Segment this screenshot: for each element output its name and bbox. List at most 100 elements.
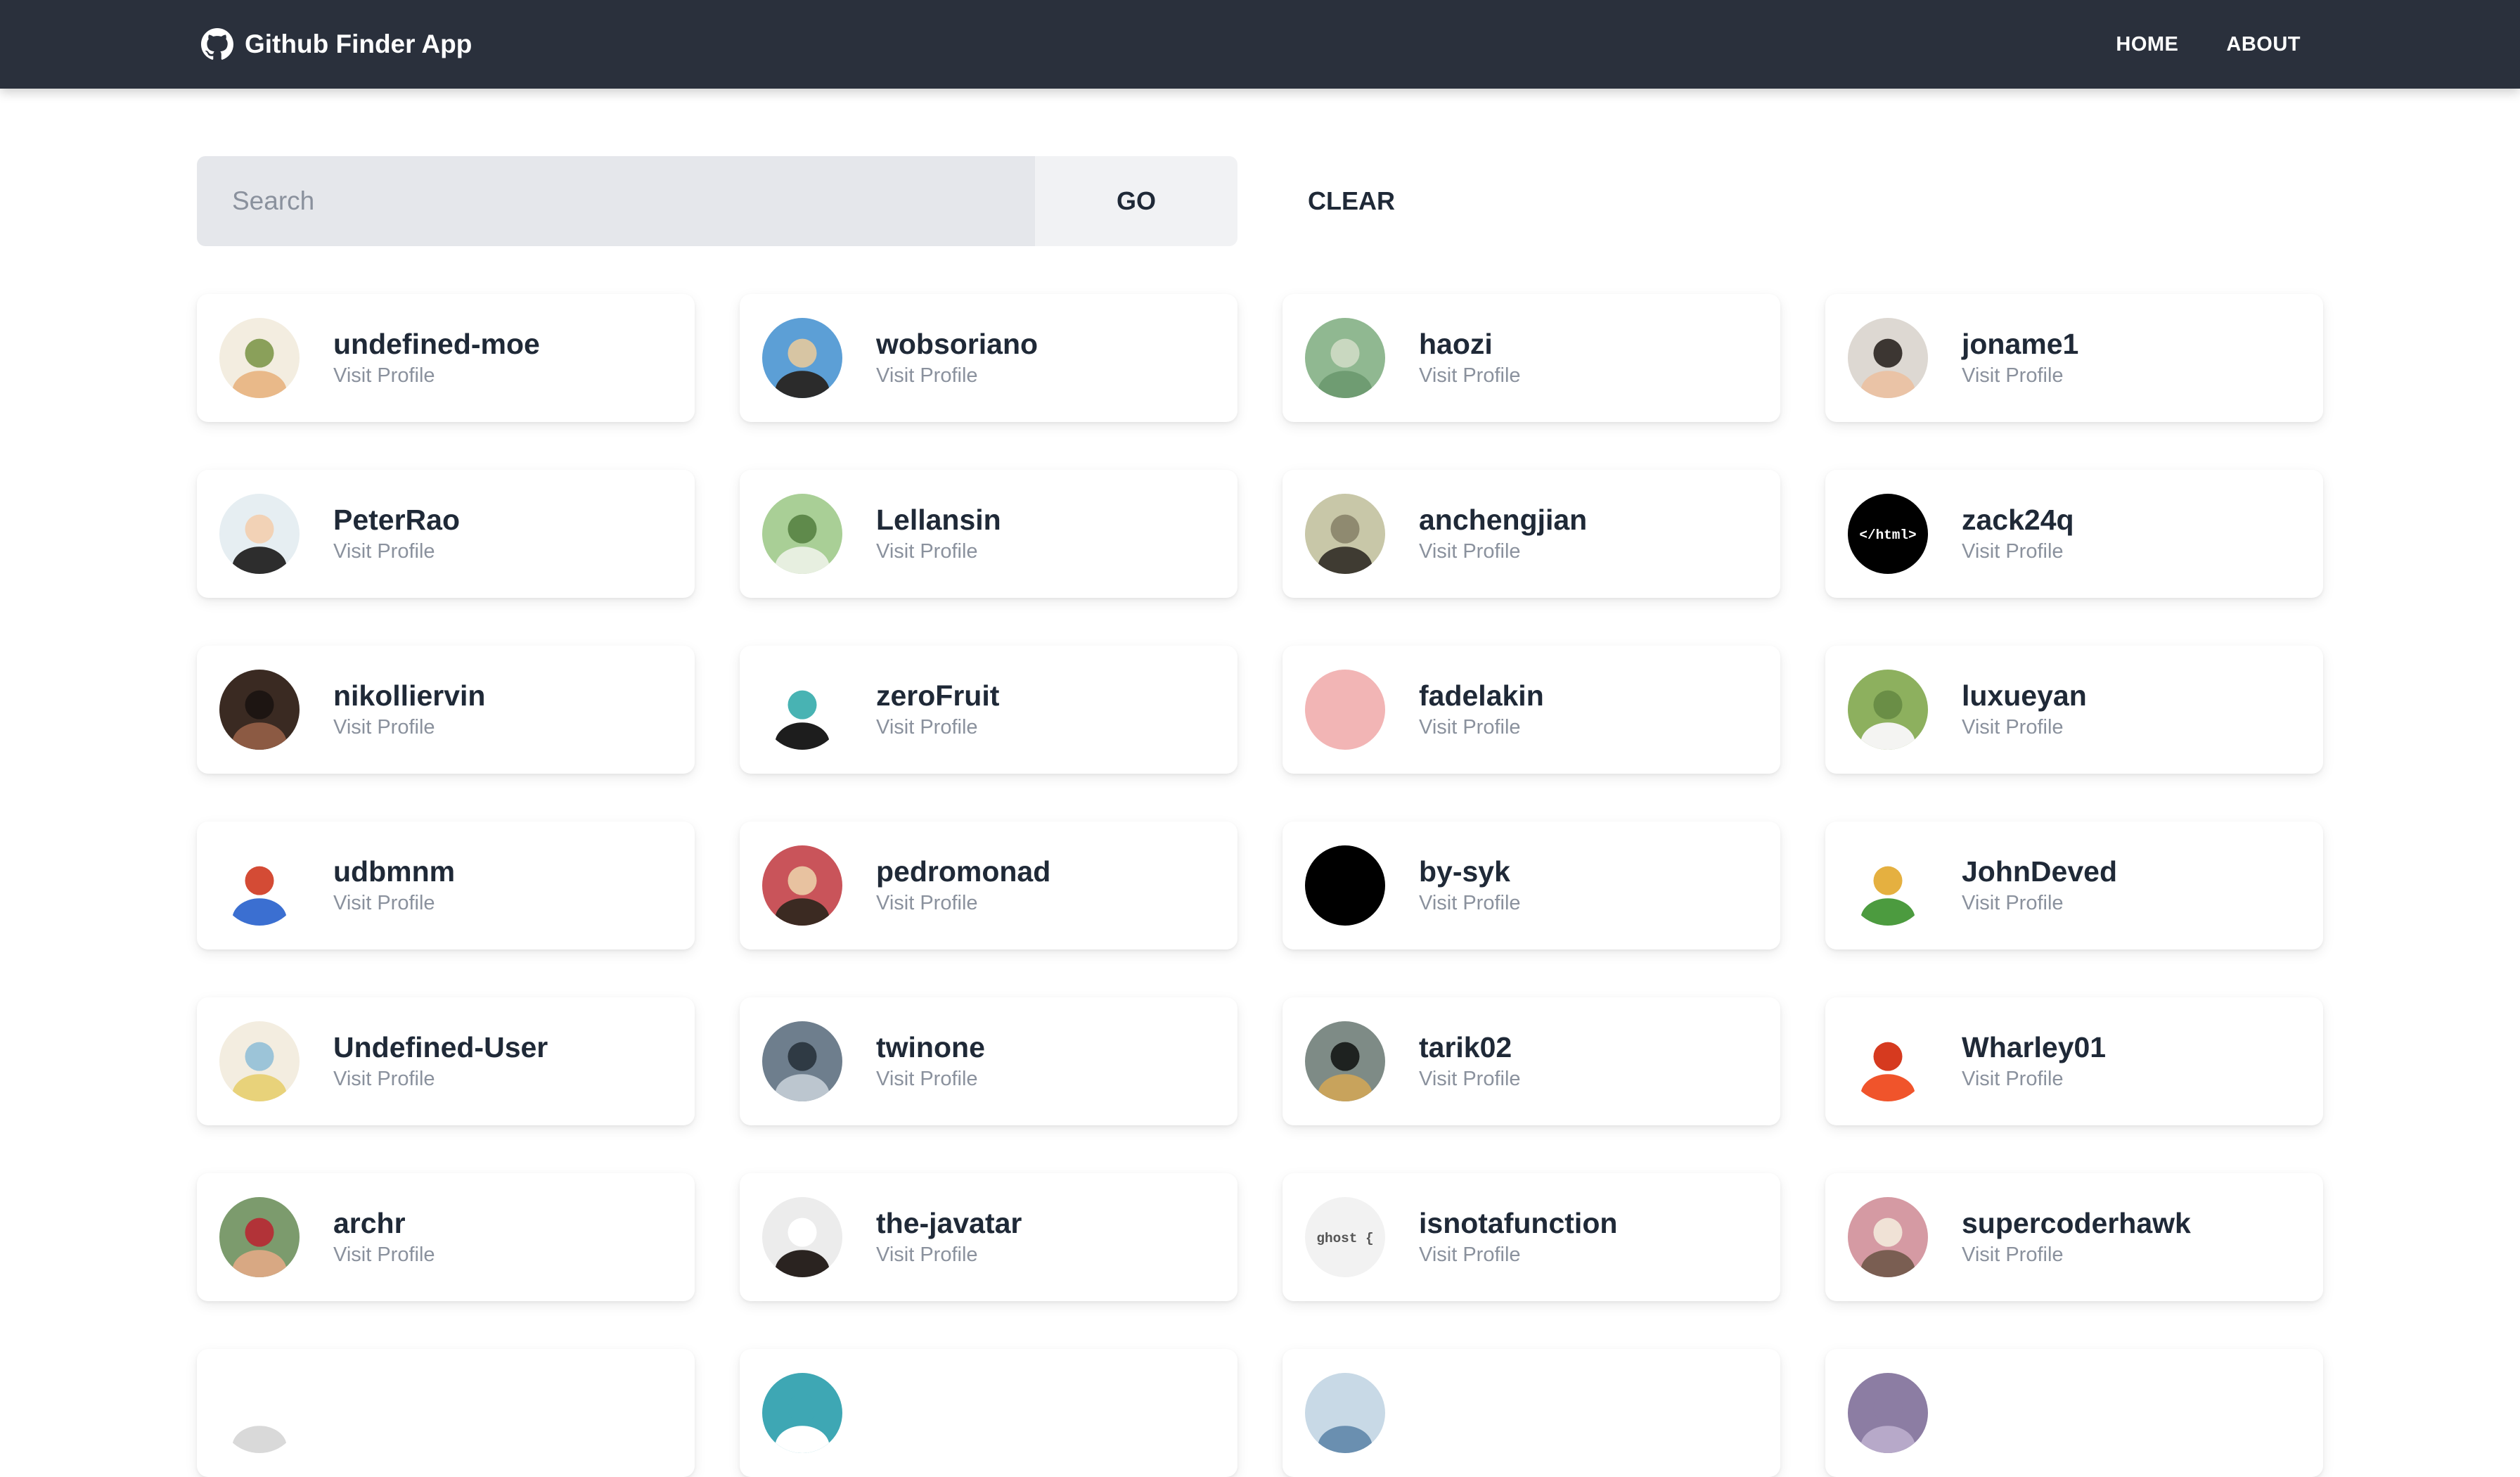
user-card[interactable]: twinone Visit Profile (740, 997, 1238, 1125)
visit-profile-link[interactable]: Visit Profile (1962, 1067, 2106, 1092)
user-avatar (219, 670, 300, 750)
user-card[interactable] (1825, 1349, 2323, 1477)
user-card[interactable]: fadelakin Visit Profile (1282, 646, 1780, 774)
user-card[interactable]: by-syk Visit Profile (1282, 821, 1780, 950)
user-avatar (1305, 494, 1385, 574)
visit-profile-link[interactable]: Visit Profile (1962, 1243, 2191, 1267)
clear-button[interactable]: CLEAR (1275, 156, 1427, 246)
visit-profile-link[interactable]: Visit Profile (333, 539, 460, 564)
user-login: luxueyan (1962, 679, 2087, 712)
user-info: haozi Visit Profile (1419, 328, 1521, 388)
user-card[interactable]: wobsoriano Visit Profile (740, 294, 1238, 422)
user-info: tarik02 Visit Profile (1419, 1031, 1521, 1092)
nav-about-link[interactable]: ABOUT (2226, 33, 2301, 56)
user-card[interactable]: JohnDeved Visit Profile (1825, 821, 2323, 950)
user-card[interactable]: pedromonad Visit Profile (740, 821, 1238, 950)
user-info: twinone Visit Profile (876, 1031, 985, 1092)
user-avatar (219, 1197, 300, 1277)
user-card[interactable]: supercoderhawk Visit Profile (1825, 1173, 2323, 1301)
visit-profile-link[interactable]: Visit Profile (1962, 364, 2078, 388)
brand-link[interactable]: Github Finder App (201, 27, 472, 62)
user-card[interactable] (740, 1349, 1238, 1477)
visit-profile-link[interactable]: Visit Profile (876, 715, 999, 740)
user-avatar (1848, 1373, 1928, 1453)
visit-profile-link[interactable]: Visit Profile (876, 891, 1050, 916)
user-avatar (762, 494, 842, 574)
go-button[interactable]: GO (1035, 156, 1238, 246)
user-avatar (1305, 670, 1385, 750)
user-login: zack24q (1962, 504, 2074, 537)
user-login: Undefined-User (333, 1031, 548, 1064)
user-card[interactable]: udbmnm Visit Profile (197, 821, 695, 950)
user-card[interactable]: the-javatar Visit Profile (740, 1173, 1238, 1301)
user-info: the-javatar Visit Profile (876, 1207, 1022, 1267)
visit-profile-link[interactable]: Visit Profile (1419, 891, 1521, 916)
user-card[interactable]: Undefined-User Visit Profile (197, 997, 695, 1125)
user-login: fadelakin (1419, 679, 1544, 712)
user-info: fadelakin Visit Profile (1419, 679, 1544, 740)
user-login: pedromonad (876, 855, 1051, 888)
user-login: isnotafunction (1419, 1207, 1618, 1240)
user-avatar (219, 318, 300, 398)
visit-profile-link[interactable]: Visit Profile (876, 364, 1038, 388)
visit-profile-link[interactable]: Visit Profile (1419, 1067, 1521, 1092)
user-info: PeterRao Visit Profile (333, 504, 460, 564)
visit-profile-link[interactable]: Visit Profile (876, 1067, 985, 1092)
user-card[interactable]: zeroFruit Visit Profile (740, 646, 1238, 774)
visit-profile-link[interactable]: Visit Profile (1419, 539, 1587, 564)
visit-profile-link[interactable]: Visit Profile (1962, 715, 2087, 740)
user-card[interactable] (197, 1349, 695, 1477)
user-info: undefined-moe Visit Profile (333, 328, 540, 388)
user-card[interactable] (1282, 1349, 1780, 1477)
visit-profile-link[interactable]: Visit Profile (1962, 539, 2074, 564)
user-avatar (1848, 845, 1928, 926)
user-login: PeterRao (333, 504, 461, 537)
user-login: anchengjian (1419, 504, 1588, 537)
user-card[interactable]: luxueyan Visit Profile (1825, 646, 2323, 774)
visit-profile-link[interactable]: Visit Profile (333, 1243, 435, 1267)
visit-profile-link[interactable]: Visit Profile (1419, 364, 1521, 388)
visit-profile-link[interactable]: Visit Profile (1962, 891, 2117, 916)
visit-profile-link[interactable]: Visit Profile (333, 1067, 548, 1092)
user-avatar: ghost { (1305, 1197, 1385, 1277)
user-login: zeroFruit (876, 679, 1000, 712)
visit-profile-link[interactable]: Visit Profile (1419, 1243, 1617, 1267)
visit-profile-link[interactable]: Visit Profile (876, 1243, 1022, 1267)
visit-profile-link[interactable]: Visit Profile (333, 891, 455, 916)
user-login: the-javatar (876, 1207, 1022, 1240)
user-avatar (762, 1021, 842, 1101)
user-card[interactable]: archr Visit Profile (197, 1173, 695, 1301)
user-card[interactable]: </html> zack24q Visit Profile (1825, 470, 2323, 598)
user-card[interactable]: undefined-moe Visit Profile (197, 294, 695, 422)
user-login: haozi (1419, 328, 1493, 361)
nav-links: HOME ABOUT (2068, 27, 2301, 62)
user-card[interactable]: Wharley01 Visit Profile (1825, 997, 2323, 1125)
visit-profile-link[interactable]: Visit Profile (876, 539, 1001, 564)
user-card[interactable]: haozi Visit Profile (1282, 294, 1780, 422)
user-info: wobsoriano Visit Profile (876, 328, 1038, 388)
user-login: joname1 (1962, 328, 2079, 361)
user-card[interactable]: tarik02 Visit Profile (1282, 997, 1780, 1125)
user-avatar (762, 318, 842, 398)
search-input[interactable] (197, 156, 1035, 246)
user-info: zack24q Visit Profile (1962, 504, 2074, 564)
user-avatar (1848, 318, 1928, 398)
user-card[interactable]: anchengjian Visit Profile (1282, 470, 1780, 598)
user-info: isnotafunction Visit Profile (1419, 1207, 1617, 1267)
user-card[interactable]: PeterRao Visit Profile (197, 470, 695, 598)
user-card[interactable]: joname1 Visit Profile (1825, 294, 2323, 422)
visit-profile-link[interactable]: Visit Profile (333, 364, 540, 388)
user-avatar (1305, 318, 1385, 398)
user-info: joname1 Visit Profile (1962, 328, 2078, 388)
user-login: supercoderhawk (1962, 1207, 2191, 1240)
visit-profile-link[interactable]: Visit Profile (333, 715, 485, 740)
nav-home-link[interactable]: HOME (2116, 33, 2178, 56)
user-card[interactable]: Lellansin Visit Profile (740, 470, 1238, 598)
user-login: undefined-moe (333, 328, 540, 361)
user-card[interactable]: ghost { isnotafunction Visit Profile (1282, 1173, 1780, 1301)
user-grid: undefined-moe Visit Profile wobsoriano Visi… (197, 294, 2323, 1477)
user-card[interactable]: nikolliervin Visit Profile (197, 646, 695, 774)
svg-text:</html>: </html> (1859, 528, 1916, 543)
visit-profile-link[interactable]: Visit Profile (1419, 715, 1544, 740)
user-avatar (219, 494, 300, 574)
